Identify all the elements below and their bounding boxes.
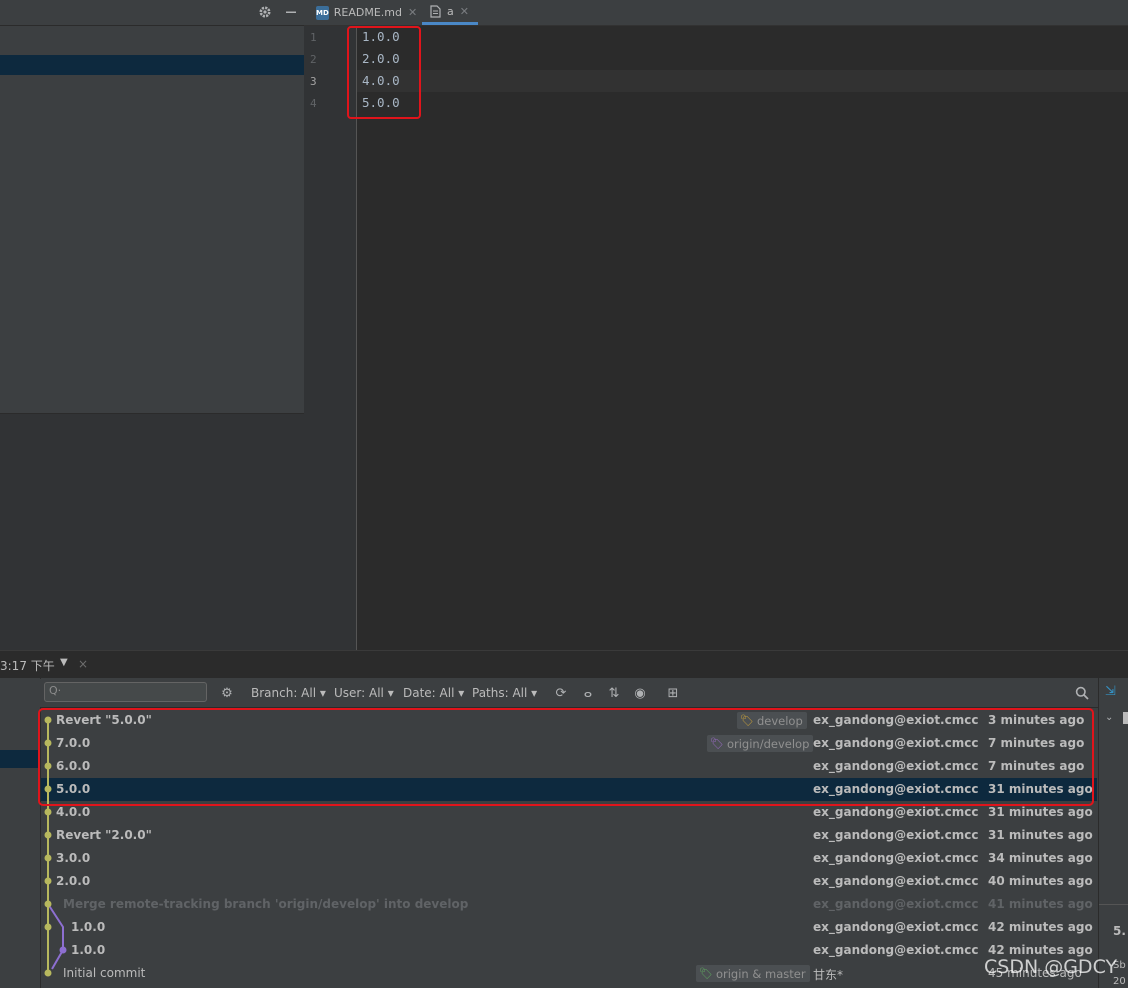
search-icon[interactable]	[1074, 685, 1090, 701]
cherry-pick-icon[interactable]: ⴰ	[580, 685, 596, 701]
commit-row[interactable]: Initial commit 🏷 origin & master 甘东* 45 m…	[41, 962, 1097, 985]
commit-author: ex_gandong@exiot.cmcc	[813, 874, 979, 888]
line-number: 1	[310, 31, 317, 44]
commit-date: 31 minutes ago	[988, 805, 1093, 819]
caret-row-highlight	[357, 70, 1128, 92]
branch-label: 🏷 origin & master	[696, 965, 810, 982]
commit-date: 42 minutes ago	[988, 920, 1093, 934]
commit-details-panel: ⇲ ⌄ 5. Sb 20	[1098, 678, 1128, 988]
minimize-icon[interactable]	[283, 4, 299, 20]
gear-icon[interactable]	[257, 4, 273, 20]
commit-date: 41 minutes ago	[988, 897, 1093, 911]
settings-gear-icon[interactable]: ⚙	[219, 685, 235, 701]
close-icon[interactable]: ✕	[460, 5, 469, 18]
commit-date: 34 minutes ago	[988, 851, 1093, 865]
tab-label: README.md	[333, 6, 403, 19]
highlight-box	[38, 708, 1094, 806]
close-icon[interactable]: ✕	[408, 6, 417, 19]
commit-date: 40 minutes ago	[988, 874, 1093, 888]
commit-author: ex_gandong@exiot.cmcc	[813, 897, 979, 911]
commit-subject: Merge remote-tracking branch 'origin/dev…	[63, 897, 469, 911]
commit-row[interactable]: 1.0.0 ex_gandong@exiot.cmcc 42 minutes a…	[41, 916, 1097, 939]
tab-label: a	[447, 4, 454, 18]
eye-icon[interactable]: ◉	[632, 685, 648, 701]
commit-date: 31 minutes ago	[988, 828, 1093, 842]
commit-row[interactable]: 1.0.0 ex_gandong@exiot.cmcc 42 minutes a…	[41, 939, 1097, 962]
tab-readme[interactable]: MD README.md ✕	[310, 0, 422, 25]
tag-icon: 🏷	[699, 967, 713, 980]
commit-row-merge[interactable]: Merge remote-tracking branch 'origin/dev…	[41, 893, 1097, 916]
commit-author: 甘东*	[813, 968, 844, 982]
commit-author: ex_gandong@exiot.cmcc	[813, 851, 979, 865]
chevron-down-icon[interactable]: ⌄	[1105, 712, 1113, 723]
line-gutter	[304, 26, 357, 650]
commit-graph	[44, 716, 67, 977]
sort-icon[interactable]: ⇅	[606, 685, 622, 701]
commit-row[interactable]: Revert "2.0.0" ex_gandong@exiot.cmcc 31 …	[41, 824, 1097, 847]
watermark: CSDN @GDCY	[984, 956, 1118, 978]
new-tab-icon[interactable]: ⊞	[665, 685, 681, 701]
diff-icon[interactable]: ⇲	[1105, 684, 1116, 699]
line-number: 3	[310, 75, 317, 88]
commit-date: 42 minutes ago	[988, 943, 1093, 957]
commit-author: ex_gandong@exiot.cmcc	[813, 943, 979, 957]
commit-row[interactable]: 3.0.0 ex_gandong@exiot.cmcc 34 minutes a…	[41, 847, 1097, 870]
markdown-file-icon: MD	[316, 5, 329, 20]
commit-author: ex_gandong@exiot.cmcc	[813, 920, 979, 934]
paths-filter[interactable]: Paths: All ▾	[472, 686, 537, 700]
refresh-icon[interactable]: ⟳	[553, 685, 569, 701]
divider	[1099, 904, 1128, 905]
line-number: 2	[310, 53, 317, 66]
commit-author: ex_gandong@exiot.cmcc	[813, 805, 979, 819]
branch-filter[interactable]: Branch: All ▾	[251, 686, 326, 700]
highlight-box	[347, 26, 421, 119]
git-tool-window-header: 3:17 下午 ▼ ×	[0, 650, 1128, 679]
commit-row[interactable]: 2.0.0 ex_gandong@exiot.cmcc 40 minutes a…	[41, 870, 1097, 893]
editor-tabs: MD README.md ✕ a ✕	[304, 0, 1128, 26]
date-filter[interactable]: Date: All ▾	[403, 686, 464, 700]
commit-author: ex_gandong@exiot.cmcc	[813, 828, 979, 842]
user-filter[interactable]: User: All ▾	[334, 686, 394, 700]
tab-a[interactable]: a ✕	[422, 0, 478, 25]
scrollbar-thumb[interactable]	[1123, 712, 1128, 724]
text-file-icon	[428, 4, 442, 18]
editor-area[interactable]	[357, 26, 1128, 650]
line-number: 4	[310, 97, 317, 110]
details-hash: 5.	[1113, 924, 1126, 938]
